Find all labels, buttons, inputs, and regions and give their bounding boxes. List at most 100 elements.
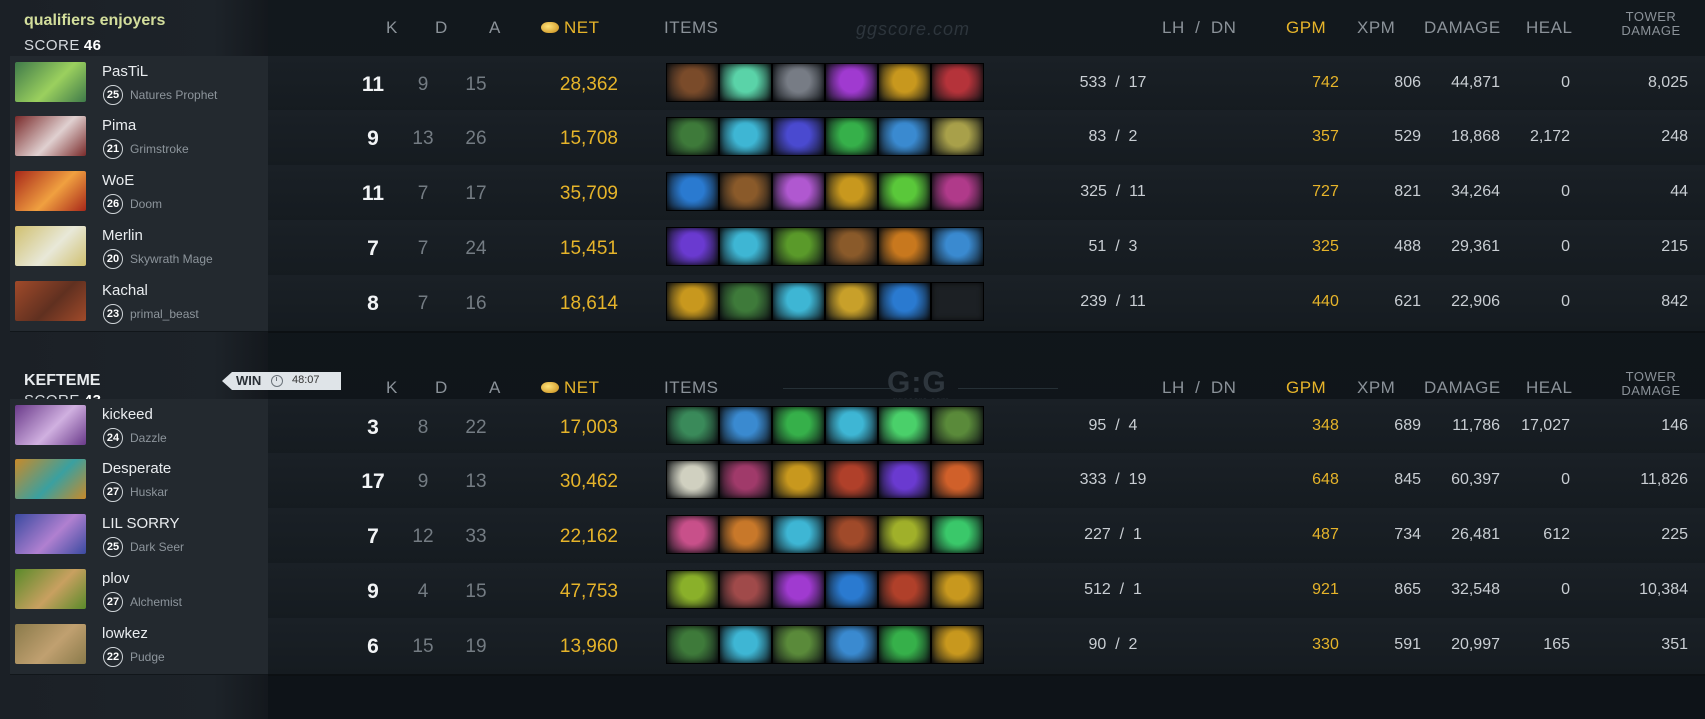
item-icon[interactable] xyxy=(666,227,719,266)
item-icon[interactable] xyxy=(878,625,931,664)
player-card[interactable]: Kachal 23 primal_beast xyxy=(10,275,268,332)
item-icon[interactable] xyxy=(772,406,825,445)
player-name[interactable]: Desperate xyxy=(102,460,171,477)
item-icon[interactable] xyxy=(719,227,772,266)
hero-portrait xyxy=(15,459,86,499)
player-card[interactable]: Merlin 20 Skywrath Mage xyxy=(10,220,268,277)
item-icon[interactable] xyxy=(719,117,772,156)
last-hits-denies: 227 / 1 xyxy=(1084,526,1142,543)
item-icon[interactable] xyxy=(825,172,878,211)
item-icon[interactable] xyxy=(772,227,825,266)
item-icon[interactable] xyxy=(931,172,984,211)
header-gpm: GPM xyxy=(1286,18,1327,37)
gpm: 348 xyxy=(1312,417,1339,434)
player-card[interactable]: Pima 21 Grimstroke xyxy=(10,110,268,167)
deaths: 12 xyxy=(412,526,434,547)
item-icon[interactable] xyxy=(772,172,825,211)
player-stats-row: 11 9 15 28,362 533 / 17 742 806 44,871 0 8,025 xyxy=(268,56,1705,114)
watermark-line-right xyxy=(958,388,1058,389)
item-icon[interactable] xyxy=(666,63,719,102)
item-icon[interactable] xyxy=(719,63,772,102)
player-name[interactable]: Kachal xyxy=(102,282,148,299)
item-icon[interactable] xyxy=(666,570,719,609)
item-icon[interactable] xyxy=(772,570,825,609)
item-icon[interactable] xyxy=(719,515,772,554)
player-card[interactable]: LIL SORRY 25 Dark Seer xyxy=(10,508,268,565)
player-name[interactable]: lowkez xyxy=(102,625,148,642)
item-icon[interactable] xyxy=(719,282,772,321)
item-icon[interactable] xyxy=(931,570,984,609)
item-icon[interactable] xyxy=(878,117,931,156)
net-worth: 28,362 xyxy=(559,74,618,95)
player-card[interactable]: WoE 26 Doom xyxy=(10,165,268,222)
player-card[interactable]: PasTiL 25 Natures Prophet xyxy=(10,56,268,113)
item-icon[interactable] xyxy=(931,406,984,445)
item-icon[interactable] xyxy=(825,625,878,664)
item-icon[interactable] xyxy=(772,625,825,664)
player-card[interactable]: Desperate 27 Huskar xyxy=(10,453,268,510)
item-icon[interactable] xyxy=(666,625,719,664)
item-icon[interactable] xyxy=(772,117,825,156)
item-icon[interactable] xyxy=(878,63,931,102)
item-icon[interactable] xyxy=(666,406,719,445)
item-icon[interactable] xyxy=(666,172,719,211)
player-card[interactable]: plov 27 Alchemist xyxy=(10,563,268,620)
item-icon[interactable] xyxy=(666,515,719,554)
deaths: 7 xyxy=(417,183,429,204)
item-icon[interactable] xyxy=(878,460,931,499)
player-card[interactable]: lowkez 22 Pudge xyxy=(10,618,268,675)
hero-name: primal_beast xyxy=(130,307,199,321)
header-lh-dn: LH / DN xyxy=(1162,378,1237,397)
item-icon[interactable] xyxy=(931,460,984,499)
assists: 33 xyxy=(465,526,487,547)
player-name[interactable]: LIL SORRY xyxy=(102,515,180,532)
item-icon[interactable] xyxy=(719,570,772,609)
item-icon[interactable] xyxy=(825,227,878,266)
item-icon[interactable] xyxy=(719,406,772,445)
hero-level: 24 xyxy=(103,428,123,448)
item-icon[interactable] xyxy=(719,625,772,664)
item-icon[interactable] xyxy=(825,460,878,499)
item-icon[interactable] xyxy=(931,515,984,554)
hero-name: Skywrath Mage xyxy=(130,252,213,266)
player-name[interactable]: PasTiL xyxy=(102,63,148,80)
item-icon[interactable] xyxy=(825,406,878,445)
player-stats-row: 7 12 33 22,162 227 / 1 487 734 26,481 612 225 xyxy=(268,508,1705,566)
item-icon[interactable] xyxy=(825,282,878,321)
item-icon[interactable] xyxy=(878,282,931,321)
player-name[interactable]: plov xyxy=(102,570,130,587)
item-icon[interactable] xyxy=(931,63,984,102)
item-icon[interactable] xyxy=(825,63,878,102)
item-icon[interactable] xyxy=(666,460,719,499)
player-card[interactable]: kickeed 24 Dazzle xyxy=(10,399,268,456)
item-icon[interactable] xyxy=(772,460,825,499)
player-sidebar: qualifiers enjoyers SCORE 46 PasTiL 25 Nature… xyxy=(0,0,268,719)
item-icon[interactable] xyxy=(931,117,984,156)
item-icon[interactable] xyxy=(825,515,878,554)
item-icon[interactable] xyxy=(666,282,719,321)
item-icon[interactable] xyxy=(825,117,878,156)
item-icon[interactable] xyxy=(825,570,878,609)
last-hits-denies: 325 / 11 xyxy=(1080,183,1146,200)
item-icon[interactable] xyxy=(878,515,931,554)
player-name[interactable]: kickeed xyxy=(102,406,153,423)
item-icon[interactable] xyxy=(931,625,984,664)
player-name[interactable]: WoE xyxy=(102,172,134,189)
hero-portrait xyxy=(15,405,86,445)
item-icon[interactable] xyxy=(719,460,772,499)
player-name[interactable]: Pima xyxy=(102,117,136,134)
healing: 17,027 xyxy=(1521,417,1570,434)
item-icon[interactable] xyxy=(719,172,772,211)
header-d: D xyxy=(435,378,448,397)
item-icon[interactable] xyxy=(772,515,825,554)
item-icon[interactable] xyxy=(878,570,931,609)
player-name[interactable]: Merlin xyxy=(102,227,143,244)
item-icon[interactable] xyxy=(772,63,825,102)
item-icon[interactable] xyxy=(931,227,984,266)
tower-damage: 215 xyxy=(1661,238,1688,255)
item-icon[interactable] xyxy=(772,282,825,321)
item-icon[interactable] xyxy=(878,227,931,266)
item-icon[interactable] xyxy=(666,117,719,156)
item-icon[interactable] xyxy=(878,172,931,211)
item-icon[interactable] xyxy=(878,406,931,445)
